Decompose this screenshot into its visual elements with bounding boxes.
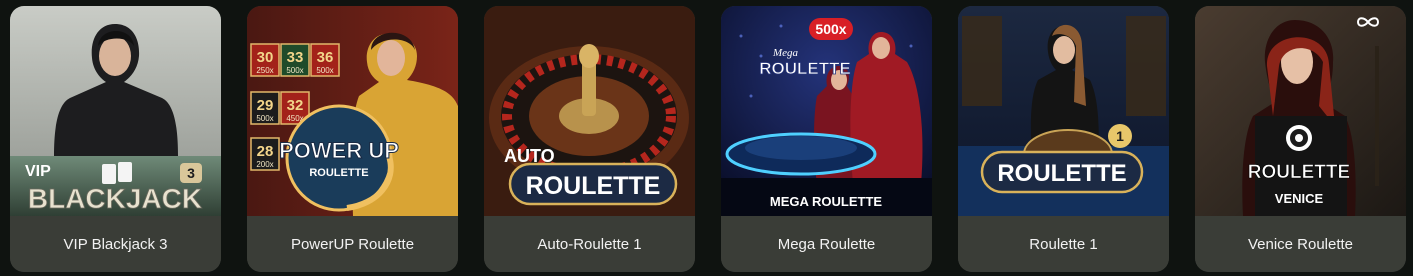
logo-mega-text: Mega [772,47,799,59]
svg-text:36: 36 [317,49,334,66]
thumbnail-art: 30 33 36 29 32 28 250x 500x 500x 500x 45… [247,6,458,216]
game-thumbnail[interactable]: AUTO ROULETTE [484,6,695,216]
game-thumbnail[interactable]: 30 33 36 29 32 28 250x 500x 500x 500x 45… [247,6,458,216]
logo-vip-text: VIP [25,163,51,180]
mega-roulette-footer-text: MEGA ROULETTE [770,194,883,209]
multiplier-badge: 500x [815,21,846,37]
game-thumbnail[interactable]: VIP 3 BLACKJACK [10,6,221,216]
badge-number: 3 [187,165,195,181]
logo-powerup-text: POWER UP [279,138,399,163]
game-card-roulette-1[interactable]: ROULETTE 1 Roulette 1 [958,6,1169,272]
svg-text:500x: 500x [256,114,273,123]
logo-roulette-text: ROULETTE [1248,162,1350,183]
svg-text:33: 33 [287,49,304,66]
game-card-powerup-roulette[interactable]: 30 33 36 29 32 28 250x 500x 500x 500x 45… [247,6,458,272]
game-card-venice-roulette[interactable]: ROULETTE VENICE Venice Roulette [1195,6,1406,272]
game-thumbnail[interactable]: 500x Mega ROULETTE MEGA ROULETTE [721,6,932,216]
logo-roulette-text: ROULETTE [526,172,661,200]
svg-text:32: 32 [287,97,304,114]
svg-text:200x: 200x [256,160,273,169]
logo-roulette-text: ROULETTE [309,167,368,179]
svg-text:250x: 250x [256,66,273,75]
game-thumbnail[interactable]: ROULETTE VENICE [1195,6,1406,216]
logo-blackjack-text: BLACKJACK [28,183,202,214]
game-card-auto-roulette-1[interactable]: AUTO ROULETTE Auto-Roulette 1 [484,6,695,272]
svg-text:500x: 500x [286,66,303,75]
logo-roulette-text: ROULETTE [759,59,851,78]
badge-number: 1 [1116,128,1124,144]
svg-text:30: 30 [257,49,274,66]
svg-text:500x: 500x [316,66,333,75]
game-title: Mega Roulette [721,216,932,272]
game-title: Venice Roulette [1195,216,1406,272]
thumbnail-art: VIP 3 BLACKJACK [10,6,221,216]
game-thumbnail[interactable]: ROULETTE 1 [958,6,1169,216]
game-grid: VIP 3 BLACKJACK VIP Blackjack 3 30 33 36… [10,6,1406,272]
thumbnail-art: AUTO ROULETTE [484,6,695,216]
game-title: Auto-Roulette 1 [484,216,695,272]
svg-text:28: 28 [257,143,274,160]
game-title: Roulette 1 [958,216,1169,272]
game-title: PowerUP Roulette [247,216,458,272]
game-card-vip-blackjack-3[interactable]: VIP 3 BLACKJACK VIP Blackjack 3 [10,6,221,272]
thumbnail-art: ROULETTE 1 [958,6,1169,216]
thumbnail-art: 500x Mega ROULETTE MEGA ROULETTE [721,6,932,216]
logo-venice-text: VENICE [1275,191,1324,206]
game-card-mega-roulette[interactable]: 500x Mega ROULETTE MEGA ROULETTE Mega Ro… [721,6,932,272]
game-title: VIP Blackjack 3 [10,216,221,272]
thumbnail-art: ROULETTE VENICE [1195,6,1406,216]
logo-auto-text: AUTO [504,146,555,166]
logo-roulette-text: ROULETTE [997,160,1126,187]
svg-text:29: 29 [257,97,274,114]
